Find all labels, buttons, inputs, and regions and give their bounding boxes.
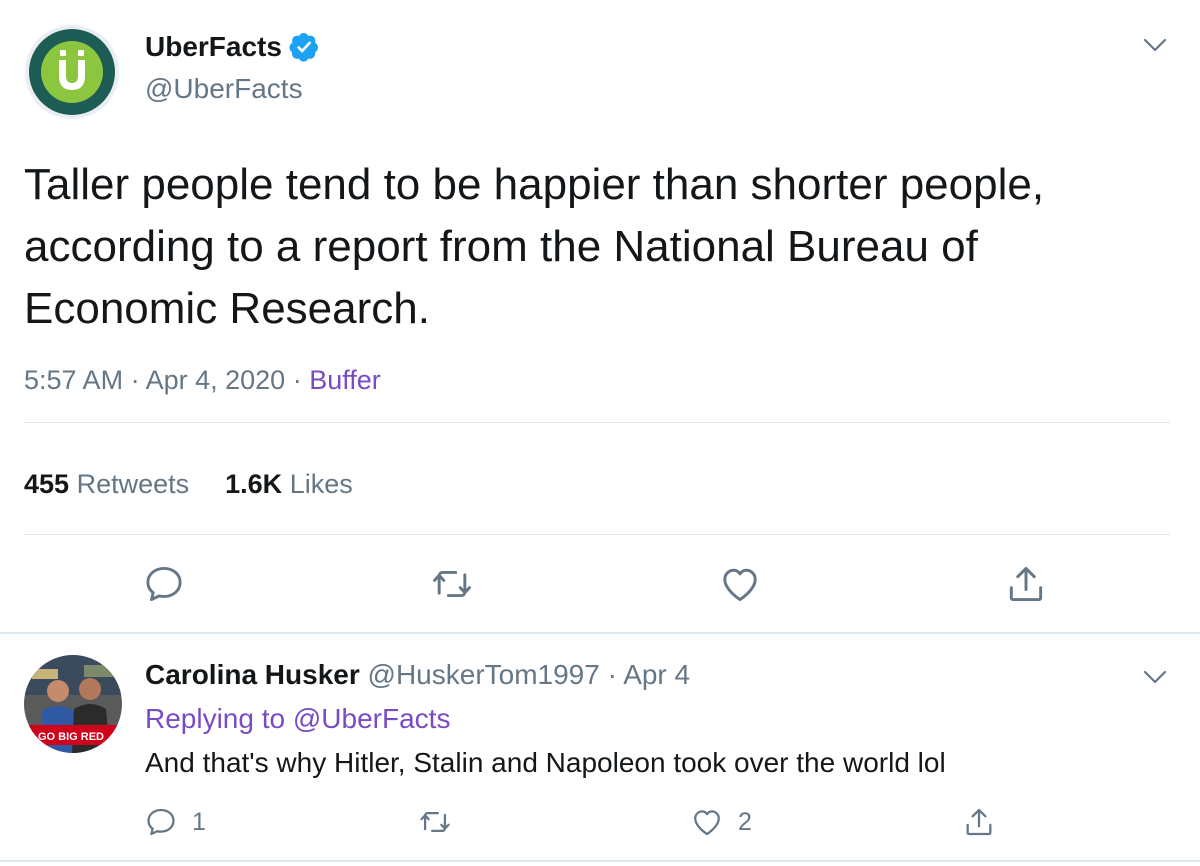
reply-retweet-action[interactable] xyxy=(418,804,452,840)
reply-header: Carolina Husker @HuskerTom1997 · Apr 4 xyxy=(145,657,690,693)
reply-author-name[interactable]: Carolina Husker xyxy=(145,659,360,690)
meta-separator: · xyxy=(130,365,140,395)
retweets-count: 455 xyxy=(24,469,70,499)
meta-separator: · xyxy=(292,365,302,395)
author-avatar[interactable] xyxy=(24,24,120,120)
retweet-icon[interactable] xyxy=(430,562,474,606)
tweet-page: UberFacts @UberFacts Taller people tend … xyxy=(0,0,1200,866)
reply-avatar-photo: GO BIG RED xyxy=(24,655,122,753)
reply-author-handle[interactable]: @HuskerTom1997 xyxy=(368,659,600,690)
chevron-down-icon[interactable] xyxy=(1140,30,1170,60)
likes-label: Likes xyxy=(289,469,353,499)
retweets-label: Retweets xyxy=(76,469,190,499)
tweet-meta: 5:57 AM · Apr 4, 2020 · Buffer xyxy=(24,362,381,398)
divider xyxy=(24,422,1170,423)
author-handle[interactable]: @UberFacts xyxy=(145,72,303,106)
heart-icon[interactable] xyxy=(718,562,762,606)
tweet-source-link[interactable]: Buffer xyxy=(309,365,381,395)
share-icon[interactable] xyxy=(962,805,996,839)
reply-avatar[interactable]: GO BIG RED xyxy=(24,655,122,753)
tweet-text: Taller people tend to be happier than sh… xyxy=(24,160,1045,333)
bottom-divider xyxy=(0,860,1200,862)
likes-stat[interactable]: 1.6K Likes xyxy=(225,469,353,499)
heart-icon[interactable] xyxy=(690,805,724,839)
reply-reply-action[interactable]: 1 xyxy=(144,804,206,840)
reply-date[interactable]: Apr 4 xyxy=(623,659,690,690)
replying-to-handle[interactable]: @UberFacts xyxy=(293,703,451,734)
section-divider xyxy=(0,632,1200,634)
reply-count: 1 xyxy=(192,807,206,836)
tweet-date[interactable]: Apr 4, 2020 xyxy=(146,365,286,395)
verified-badge-icon xyxy=(288,31,320,63)
avatar-banner-text: GO BIG RED xyxy=(38,731,104,743)
reply-share-action[interactable] xyxy=(962,804,996,840)
reply-text: And that's why Hitler, Stalin and Napole… xyxy=(145,747,946,778)
reply-like-action[interactable]: 2 xyxy=(690,804,752,840)
reply-icon[interactable] xyxy=(142,562,186,606)
replying-to-label: Replying to xyxy=(145,703,286,734)
divider xyxy=(24,534,1170,535)
author-name[interactable]: UberFacts xyxy=(145,30,320,64)
chevron-down-icon[interactable] xyxy=(1140,662,1170,692)
retweets-stat[interactable]: 455 Retweets xyxy=(24,469,189,499)
likes-count: 1.6K xyxy=(225,469,283,499)
tweet-stats: 455 Retweets 1.6K Likes xyxy=(24,466,353,502)
retweet-icon[interactable] xyxy=(418,805,452,839)
reply-icon[interactable] xyxy=(144,805,178,839)
like-count: 2 xyxy=(738,807,752,836)
uberfacts-logo xyxy=(25,25,119,119)
replying-to: Replying to @UberFacts xyxy=(145,701,450,737)
author-name-text[interactable]: UberFacts xyxy=(145,30,282,64)
reply-separator: · xyxy=(607,659,617,690)
tweet-time[interactable]: 5:57 AM xyxy=(24,365,123,395)
share-icon[interactable] xyxy=(1004,562,1048,606)
